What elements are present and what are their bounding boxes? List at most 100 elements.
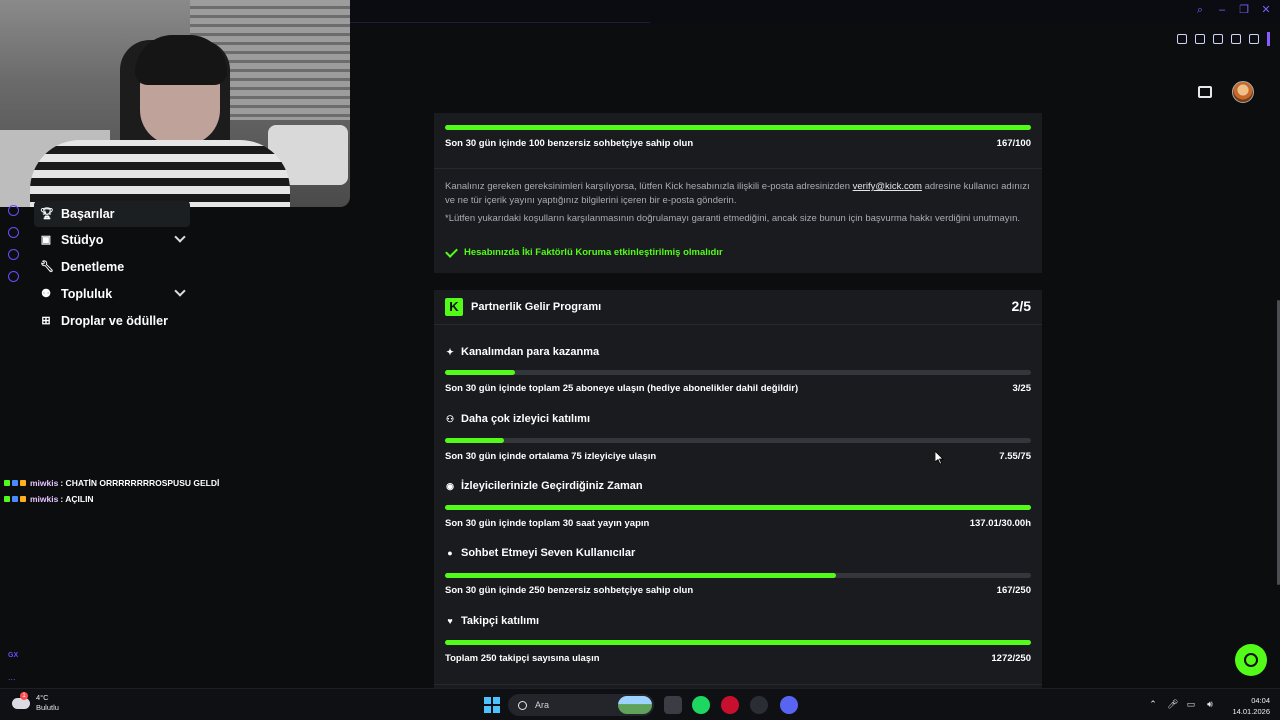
sidebar-item-achievements[interactable]: 🏆︎ Başarılar bbox=[34, 201, 190, 227]
search-placeholder: Ara bbox=[535, 700, 550, 710]
program-title: Partnerlik Gelir Programı bbox=[471, 301, 602, 313]
browser-extensions bbox=[1177, 32, 1270, 46]
badge-icon bbox=[12, 480, 18, 486]
requirements-card: Son 30 gün içinde 100 benzersiz sohbetçi… bbox=[434, 113, 1042, 273]
rail-settings-icon[interactable] bbox=[8, 271, 19, 282]
avatar[interactable] bbox=[1232, 81, 1254, 103]
network-icon[interactable]: ▭ bbox=[1186, 699, 1196, 709]
requirement-value: 167/100 bbox=[996, 138, 1031, 149]
sidebar-item-label: Stüdyo bbox=[61, 233, 104, 247]
gx-label[interactable]: GX bbox=[8, 652, 18, 659]
progress-track bbox=[445, 640, 1031, 645]
progress-fill bbox=[445, 573, 837, 578]
badge-icon bbox=[4, 480, 10, 486]
heart-icon[interactable] bbox=[1249, 34, 1259, 44]
progress-track bbox=[445, 370, 1031, 375]
section-title: Daha çok izleyici katılımı bbox=[461, 413, 591, 425]
chat-username[interactable]: miwkis bbox=[30, 494, 58, 504]
chat-bubble-icon: ● bbox=[447, 548, 453, 558]
play-icon[interactable] bbox=[1231, 34, 1241, 44]
section-viewers: ⚇ Daha çok izleyici katılımı bbox=[445, 413, 590, 425]
restore-icon[interactable]: ❐ bbox=[1238, 4, 1250, 16]
badge-icon bbox=[20, 496, 26, 502]
community-icon: ⚉ bbox=[41, 288, 51, 300]
rail-history-icon[interactable] bbox=[8, 227, 19, 238]
more-icon[interactable]: ... bbox=[8, 672, 16, 682]
sidebar-item-community[interactable]: ⚉ Topluluk bbox=[34, 281, 190, 307]
chevron-down-icon[interactable] bbox=[174, 231, 186, 243]
badge-icon bbox=[12, 496, 18, 502]
broadcast-icon: ◉ bbox=[446, 480, 454, 491]
sidebar-item-label: Başarılar bbox=[61, 207, 115, 221]
disclaimer-paragraph: *Lütfen yukarıdaki koşulların karşılanma… bbox=[445, 213, 1021, 224]
heart-icon: ♥ bbox=[447, 616, 453, 626]
task-view-icon[interactable] bbox=[664, 696, 682, 714]
search-icon[interactable]: ⌕ bbox=[1194, 4, 1206, 16]
weather-widget[interactable]: 1 4°C Bulutlu bbox=[12, 691, 59, 713]
time: 04:04 bbox=[1251, 696, 1270, 705]
spotify-icon[interactable] bbox=[692, 696, 710, 714]
gift-icon: ⊞ bbox=[41, 315, 51, 327]
sidebar-item-label: Topluluk bbox=[61, 287, 113, 301]
sparkle-icon: ✦ bbox=[446, 346, 454, 357]
discord-icon[interactable] bbox=[780, 696, 798, 714]
chevron-up-icon[interactable]: ⌃ bbox=[1148, 699, 1158, 709]
rail-messenger-icon[interactable] bbox=[8, 249, 19, 260]
section-chatters: ● Sohbet Etmeyi Seven Kullanıcılar bbox=[445, 547, 635, 559]
requirement-value: 3/25 bbox=[1012, 383, 1032, 394]
close-icon[interactable]: ✕ bbox=[1260, 4, 1272, 16]
chat-message: miwkis : CHATİN ORRRRRRRROSPUSU GELDİ bbox=[4, 478, 219, 488]
requirement-value: 7.55/75 bbox=[999, 451, 1031, 462]
sidebar-item-moderation[interactable]: 🔧︎ Denetleme bbox=[34, 254, 190, 280]
studio-icon: ▣ bbox=[40, 234, 52, 246]
progress-fill bbox=[445, 370, 516, 375]
snapshot-icon[interactable] bbox=[1195, 34, 1205, 44]
sidebar-toggle[interactable] bbox=[1267, 32, 1270, 46]
taskbar-clock[interactable]: 04:04 14.01.2026 bbox=[1226, 695, 1270, 717]
sidebar-item-studio[interactable]: ▣ Stüdyo bbox=[34, 227, 190, 253]
divider bbox=[434, 684, 1042, 685]
chat-username[interactable]: miwkis bbox=[30, 478, 58, 488]
volume-icon[interactable]: 🔊︎ bbox=[1205, 699, 1215, 709]
requirement-value: 137.01/30.00h bbox=[969, 518, 1031, 529]
webcam-overlay bbox=[0, 0, 350, 207]
app-root: ⌕ – ❐ ✕ 🏆︎ Başarılar ▣ Stüdyo 🔧︎ Denetle… bbox=[0, 0, 1280, 720]
webcam-person-shirt bbox=[30, 140, 290, 207]
chevron-down-icon[interactable] bbox=[174, 285, 186, 297]
microphone-icon[interactable]: 🎤︎ bbox=[1167, 699, 1178, 709]
app-icon[interactable] bbox=[750, 696, 768, 714]
requirement-text: Son 30 gün içinde ortalama 75 izleyiciye… bbox=[445, 451, 657, 462]
pin-icon[interactable] bbox=[1177, 34, 1187, 44]
progress-track bbox=[445, 125, 1031, 130]
search-icon bbox=[518, 700, 527, 710]
badge-icon bbox=[20, 480, 26, 486]
requirement-text: Son 30 gün içinde toplam 30 saat yayın y… bbox=[445, 518, 650, 529]
taskbar-search[interactable]: Ara bbox=[508, 694, 654, 716]
tab-indicator bbox=[350, 22, 650, 23]
rail-target-icon[interactable] bbox=[8, 205, 19, 216]
check-icon bbox=[445, 244, 458, 258]
weather-text: 4°C Bulutlu bbox=[36, 693, 59, 713]
chat-text: : CHATİN ORRRRRRRROSPUSU GELDİ bbox=[60, 478, 220, 488]
sidebar-item-drops[interactable]: ⊞ Droplar ve ödüller bbox=[34, 308, 190, 334]
webcam-person-hair bbox=[135, 35, 227, 85]
minimize-icon[interactable]: – bbox=[1216, 4, 1228, 16]
progress-track bbox=[445, 573, 1031, 578]
sidebar-item-label: Denetleme bbox=[61, 260, 125, 274]
email-link[interactable]: verify@kick.com bbox=[853, 181, 922, 192]
opera-gx-icon[interactable] bbox=[721, 696, 739, 714]
progress-fill bbox=[445, 125, 1031, 130]
partner-program-card: K Partnerlik Gelir Programı 2/5 ✦ Kanalı… bbox=[434, 290, 1042, 690]
sidebar-item-label: Droplar ve ödüller bbox=[61, 314, 168, 328]
gift-icon[interactable] bbox=[1198, 86, 1212, 98]
requirement-text: Son 30 gün içinde toplam 25 aboneye ulaş… bbox=[445, 383, 799, 394]
two-factor-requirement: Hesabınızda İki Faktörlü Koruma etkinleş… bbox=[445, 244, 723, 258]
section-monetization: ✦ Kanalımdan para kazanma bbox=[445, 346, 599, 358]
support-button[interactable] bbox=[1235, 644, 1267, 676]
progress-track bbox=[445, 438, 1031, 443]
search-highlight-image bbox=[618, 696, 652, 714]
windows-start-icon[interactable] bbox=[484, 697, 500, 713]
trophy-icon: 🏆︎ bbox=[40, 208, 54, 220]
temperature: 4°C bbox=[36, 693, 49, 702]
shield-icon[interactable] bbox=[1213, 34, 1223, 44]
